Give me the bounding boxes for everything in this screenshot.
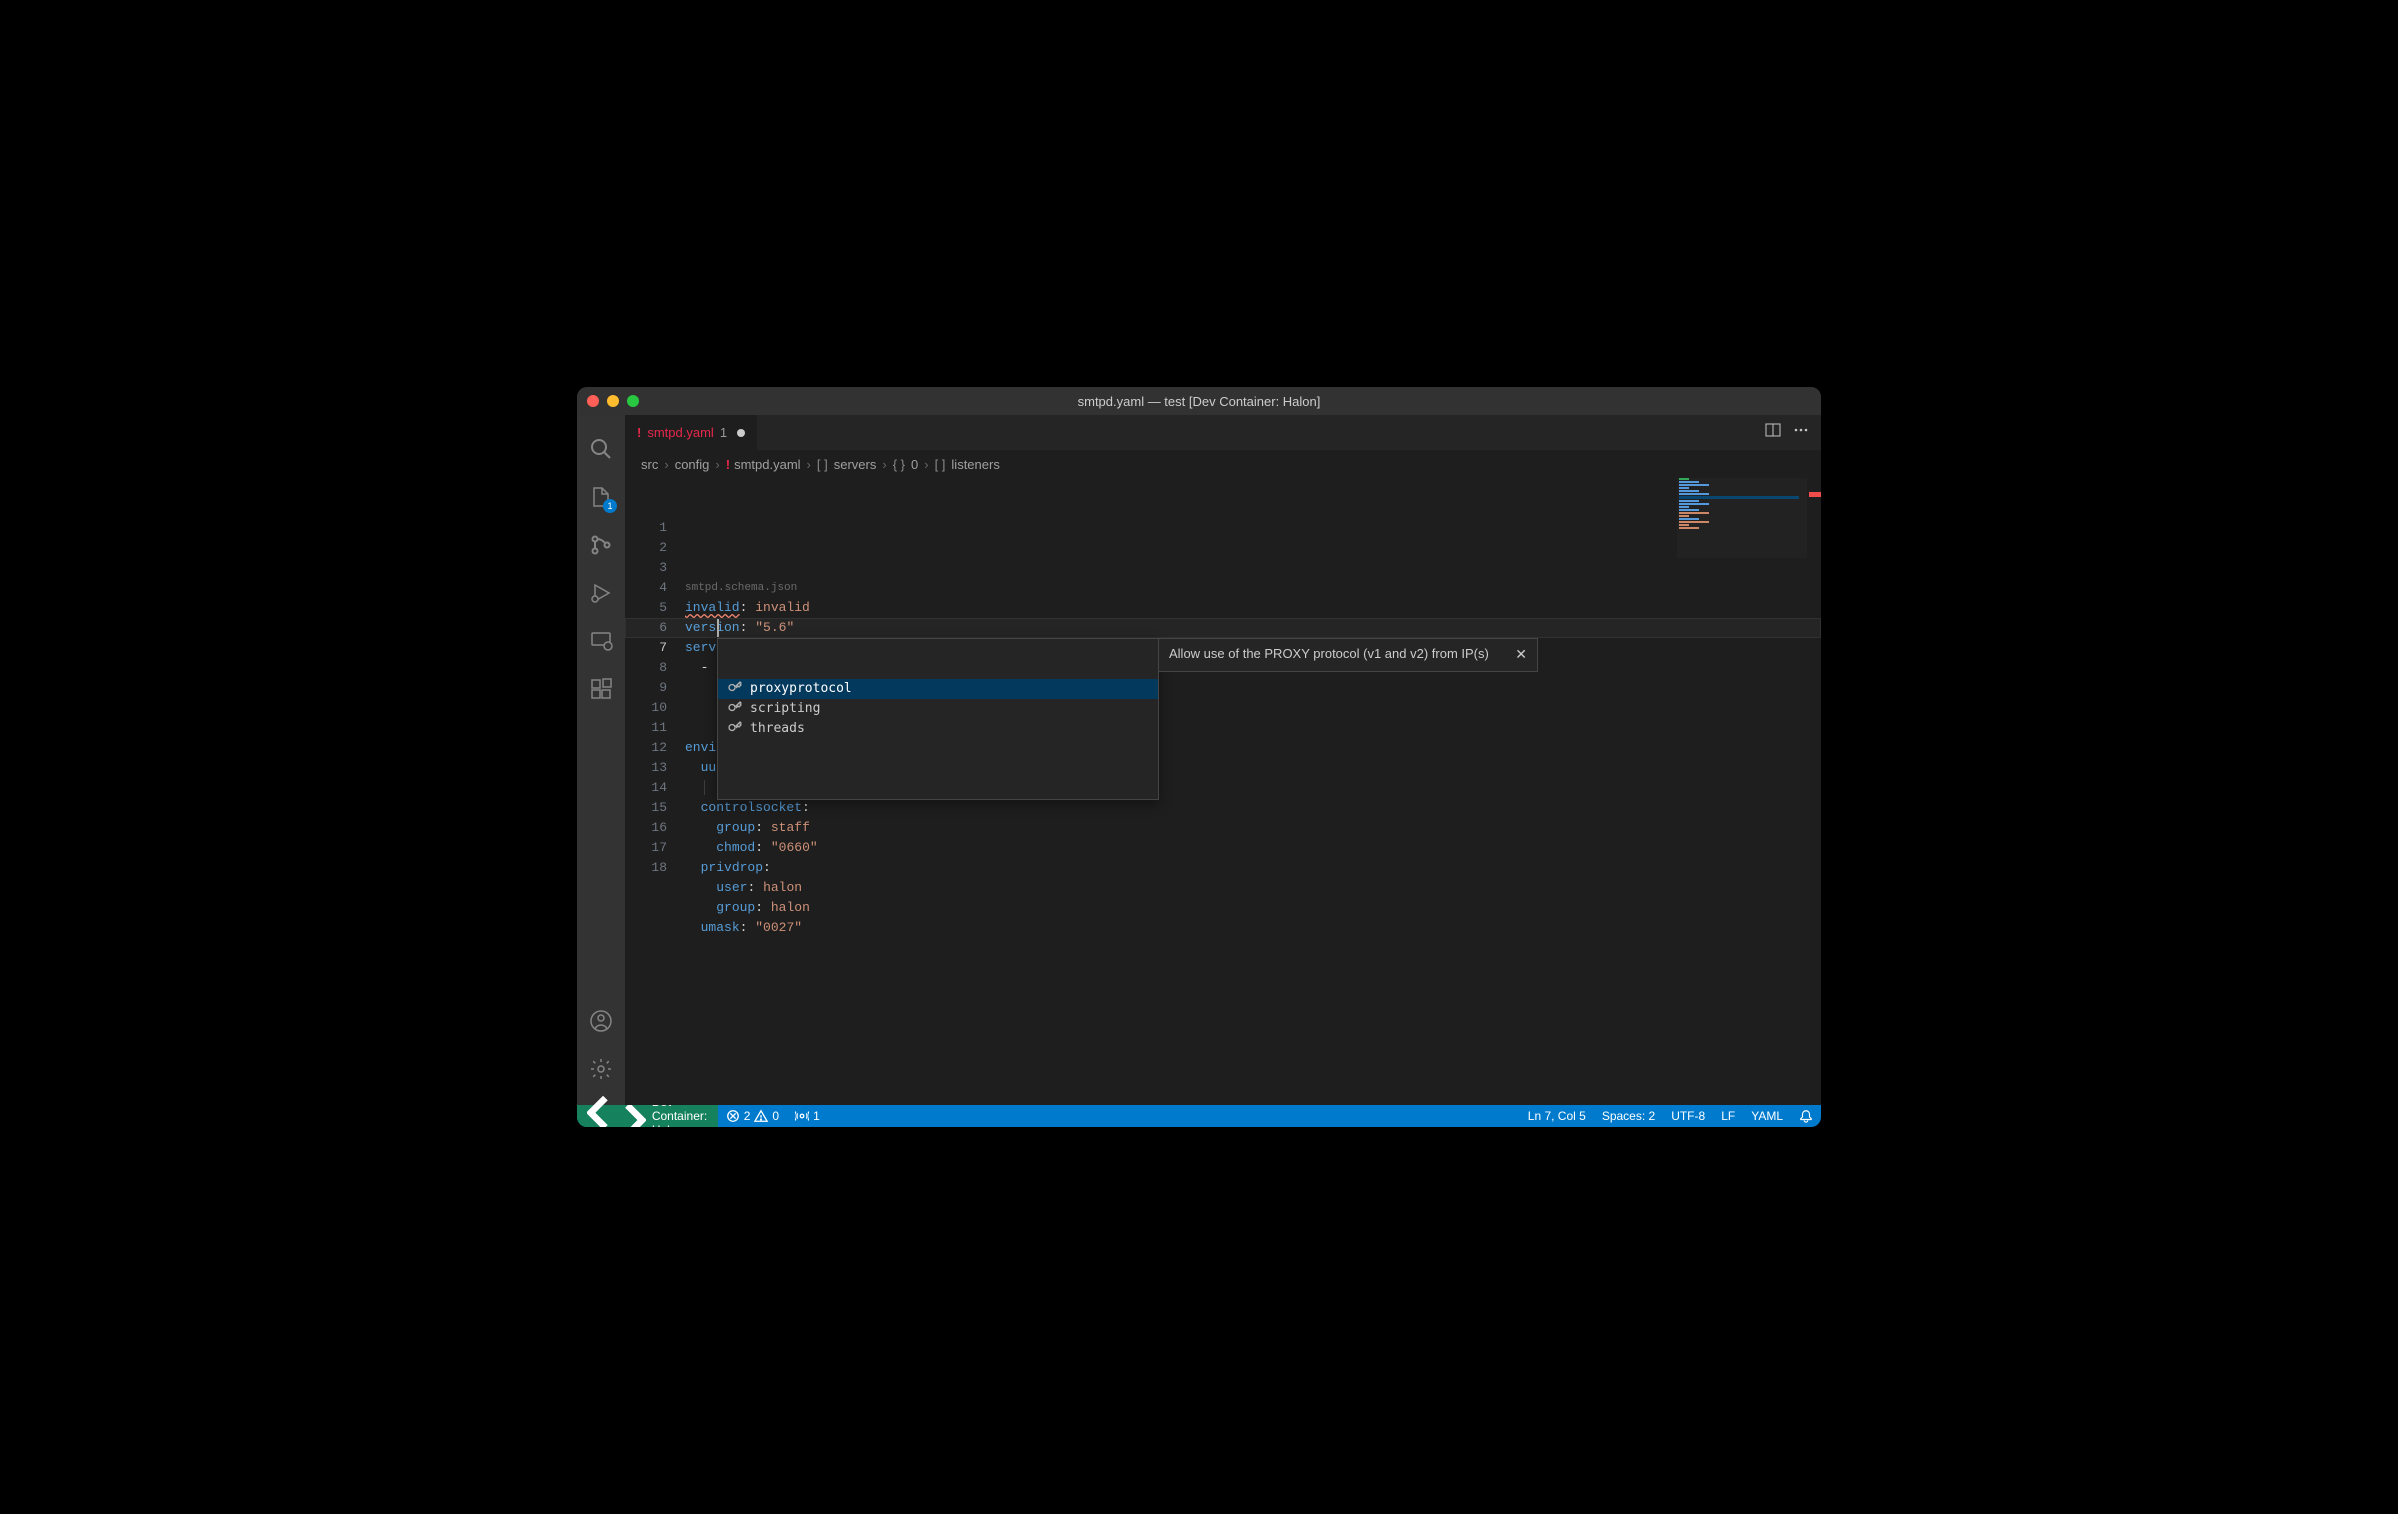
intellisense-popup[interactable]: proxyprotocolscriptingthreads Allow use … (717, 638, 1159, 800)
tab-smtpd-yaml[interactable]: ! smtpd.yaml 1 (625, 415, 758, 450)
error-marker[interactable] (1809, 492, 1821, 497)
cursor-position[interactable]: Ln 7, Col 5 (1520, 1105, 1594, 1127)
settings-gear-icon[interactable] (577, 1045, 625, 1093)
minimap[interactable] (1677, 478, 1807, 558)
close-button[interactable] (587, 395, 599, 407)
main: 1 (577, 415, 1821, 1105)
yaml-file-icon: ! (637, 425, 641, 440)
current-line-highlight (625, 618, 1821, 638)
statusbar: Dev Container: Halon 2 0 1 Ln 7, Col 5 S… (577, 1105, 1821, 1127)
titlebar[interactable]: smtpd.yaml — test [Dev Container: Halon] (577, 387, 1821, 415)
indentation-status[interactable]: Spaces: 2 (1594, 1105, 1663, 1127)
property-icon (726, 681, 742, 697)
property-icon (726, 721, 742, 737)
breadcrumb-item[interactable]: src (641, 457, 658, 472)
minimize-button[interactable] (607, 395, 619, 407)
suggest-label: proxyprotocol (750, 679, 852, 699)
search-icon[interactable] (577, 425, 625, 473)
array-icon: [ ] (817, 457, 828, 472)
ports-status[interactable]: 1 (787, 1105, 828, 1127)
problems-status[interactable]: 2 0 (718, 1105, 787, 1127)
vscode-window: smtpd.yaml — test [Dev Container: Halon]… (577, 387, 1821, 1127)
editor-actions (1765, 415, 1821, 450)
language-mode[interactable]: YAML (1743, 1105, 1791, 1127)
suggest-list[interactable]: proxyprotocolscriptingthreads (718, 679, 1158, 739)
breadcrumb-item[interactable]: 0 (911, 457, 918, 472)
line-gutter: 123456789101112131415161718 (625, 478, 685, 1105)
editor-area: ! smtpd.yaml 1 src › config › ! smtpd.ya… (625, 415, 1821, 1105)
remote-indicator[interactable]: Dev Container: Halon (577, 1105, 718, 1127)
breadcrumb-item[interactable]: servers (834, 457, 877, 472)
suggest-doc: Allow use of the PROXY protocol (v1 and … (1158, 638, 1538, 672)
object-icon: { } (893, 457, 905, 472)
split-editor-icon[interactable] (1765, 422, 1781, 443)
activity-bar: 1 (577, 415, 625, 1105)
suggest-label: scripting (750, 699, 820, 719)
editor[interactable]: 123456789101112131415161718 proxyprotoco… (625, 478, 1821, 1105)
explorer-icon[interactable]: 1 (577, 473, 625, 521)
traffic-lights (587, 395, 639, 407)
explorer-badge: 1 (603, 499, 617, 513)
suggest-item[interactable]: proxyprotocol (718, 679, 1158, 699)
tab-suffix: 1 (720, 425, 727, 440)
array-icon: [ ] (935, 457, 946, 472)
suggest-item[interactable]: scripting (718, 699, 1158, 719)
accounts-icon[interactable] (577, 997, 625, 1045)
suggest-label: threads (750, 719, 805, 739)
run-debug-icon[interactable] (577, 569, 625, 617)
breadcrumb-item[interactable]: listeners (951, 457, 999, 472)
text-cursor (717, 619, 719, 637)
property-icon (726, 701, 742, 717)
scrollbar[interactable] (1807, 478, 1821, 1105)
suggest-doc-text: Allow use of the PROXY protocol (v1 and … (1169, 645, 1489, 665)
extensions-icon[interactable] (577, 665, 625, 713)
breadcrumb-item[interactable]: smtpd.yaml (734, 457, 800, 472)
tab-filename: smtpd.yaml (647, 425, 713, 440)
breadcrumb-item[interactable]: config (675, 457, 710, 472)
breadcrumb[interactable]: src › config › ! smtpd.yaml › [ ] server… (625, 450, 1821, 478)
maximize-button[interactable] (627, 395, 639, 407)
more-actions-icon[interactable] (1793, 422, 1809, 443)
tab-bar: ! smtpd.yaml 1 (625, 415, 1821, 450)
remote-explorer-icon[interactable] (577, 617, 625, 665)
yaml-file-icon: ! (726, 457, 730, 472)
source-control-icon[interactable] (577, 521, 625, 569)
encoding-status[interactable]: UTF-8 (1663, 1105, 1713, 1127)
notifications-icon[interactable] (1791, 1105, 1821, 1127)
code-content[interactable]: proxyprotocolscriptingthreads Allow use … (685, 478, 1821, 1105)
suggest-item[interactable]: threads (718, 719, 1158, 739)
tab-dirty-indicator (737, 429, 745, 437)
window-title: smtpd.yaml — test [Dev Container: Halon] (1078, 394, 1321, 409)
close-icon[interactable]: ✕ (1515, 645, 1527, 665)
eol-status[interactable]: LF (1713, 1105, 1743, 1127)
